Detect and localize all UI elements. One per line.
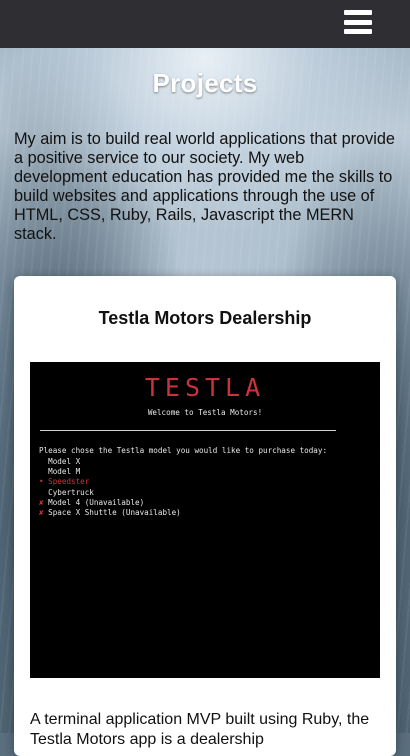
screenshot-option: ✘ Model 4 (Unavailable)	[39, 498, 181, 508]
screenshot-option-marker	[39, 467, 48, 476]
screenshot-option-marker	[39, 457, 48, 466]
screenshot-divider	[40, 430, 336, 431]
screenshot-option: Model X	[39, 457, 181, 467]
screenshot-option: • Speedster	[39, 477, 181, 487]
project-description: A terminal application MVP built using R…	[30, 711, 370, 748]
screenshot-option-marker: ✘	[39, 497, 49, 507]
screenshot-option-marker	[39, 488, 48, 497]
project-screenshot[interactable]: TESTLA Welcome to Testla Motors! Please …	[30, 362, 380, 678]
screenshot-logo: TESTLA	[144, 373, 266, 402]
intro-paragraph: My aim is to build real world applicatio…	[14, 130, 395, 243]
screenshot-option-label: Model M	[48, 467, 81, 477]
screenshot-option-label: Model 4 (Unavailable)	[48, 497, 145, 507]
screenshot-welcome-text: Welcome to Testla Motors!	[147, 408, 263, 417]
screenshot-option: Cybertruck	[39, 488, 181, 498]
screenshot-option: Model M	[39, 467, 181, 477]
screenshot-prompt: Please chose the Testla model you would …	[39, 446, 328, 455]
screenshot-option-label: Space X Shuttle (Unavailable)	[48, 507, 181, 517]
page-title: Projects	[152, 68, 258, 98]
screenshot-option-list: Model X Model M • Speedster Cybertruck ✘ M…	[39, 457, 181, 518]
screenshot-option-marker: •	[39, 477, 49, 487]
screenshot-option-marker: ✘	[39, 507, 49, 517]
screenshot-option: ✘ Space X Shuttle (Unavailable)	[39, 508, 181, 518]
hamburger-menu-icon[interactable]	[344, 10, 372, 34]
project-title: Testla Motors Dealership	[98, 308, 312, 328]
screenshot-option-label: Speedster	[48, 477, 90, 487]
screenshot-option-label: Cybertruck	[48, 487, 94, 497]
project-card: Testla Motors Dealership TESTLA Welcome …	[14, 276, 396, 756]
screenshot-option-label: Model X	[48, 457, 81, 466]
top-nav-bar	[0, 0, 410, 48]
